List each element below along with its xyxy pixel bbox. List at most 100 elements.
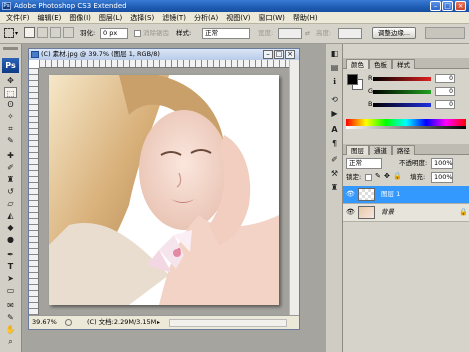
feather-input[interactable]: 0 px <box>100 28 128 39</box>
history-panel-icon[interactable]: ⟲ <box>329 94 340 105</box>
notes-tool-icon[interactable]: ✉ <box>4 300 17 311</box>
lock-pixels-icon[interactable]: ✎ <box>375 172 381 180</box>
crop-tool-icon[interactable]: ⌗ <box>4 123 17 134</box>
dodge-tool-icon[interactable]: ● <box>4 234 17 245</box>
width-input[interactable] <box>278 28 302 39</box>
zoom-level[interactable]: 39.67% <box>32 316 57 329</box>
subtract-selection-icon[interactable] <box>50 27 61 38</box>
intersect-selection-icon[interactable] <box>63 27 74 38</box>
swap-dimensions-icon[interactable]: ⇄ <box>305 30 310 37</box>
photoshop-logo[interactable]: Ps <box>2 58 19 73</box>
doc-minimize-button[interactable]: – <box>263 50 273 59</box>
green-slider[interactable] <box>373 90 431 94</box>
workspace-dock[interactable] <box>425 27 465 39</box>
visibility-eye-icon[interactable]: 👁 <box>346 190 355 198</box>
refine-edge-button[interactable]: 调整边缘... <box>372 27 416 39</box>
tab-color[interactable]: 颜色 <box>346 59 369 69</box>
blur-tool-icon[interactable]: ◆ <box>4 222 17 233</box>
document-title-bar[interactable]: (C) 素材.jpg @ 39.7% (图层 1, RGB/8) – □ × <box>29 49 299 60</box>
paragraph-panel-icon[interactable]: ¶ <box>329 138 340 149</box>
doc-maximize-button[interactable]: □ <box>274 50 284 59</box>
pen-tool-icon[interactable]: ✒ <box>4 249 17 260</box>
red-slider[interactable] <box>373 77 431 81</box>
foreground-color-swatch[interactable] <box>347 74 358 85</box>
toolbox-grip[interactable] <box>3 47 18 50</box>
horizontal-ruler[interactable] <box>39 60 289 68</box>
clone-stamp-icon[interactable]: ♜ <box>4 174 17 185</box>
red-value[interactable]: 0 <box>435 74 455 83</box>
vertical-ruler[interactable] <box>29 68 39 315</box>
status-icon[interactable] <box>65 319 72 326</box>
layer-row-background[interactable]: 👁 背景 🔒 <box>343 204 469 222</box>
color-spectrum-bar[interactable] <box>346 119 466 126</box>
navigator-panel-icon[interactable]: ◧ <box>329 48 340 59</box>
style-select[interactable]: 正常 <box>202 28 250 39</box>
lock-position-icon[interactable]: ✥ <box>384 172 390 180</box>
layer-name[interactable]: 图层 1 <box>381 186 400 203</box>
menu-window[interactable]: 窗口(W) <box>254 12 288 24</box>
menu-file[interactable]: 文件(F) <box>2 12 34 24</box>
lasso-tool-icon[interactable]: ʘ <box>4 99 17 110</box>
tab-layers[interactable]: 图层 <box>346 145 369 155</box>
tab-paths[interactable]: 路径 <box>392 145 415 155</box>
layer-name[interactable]: 背景 <box>381 204 394 221</box>
blue-slider[interactable] <box>373 103 431 107</box>
status-menu-arrow-icon[interactable]: ▸ <box>157 316 160 329</box>
add-selection-icon[interactable] <box>37 27 48 38</box>
tool-presets-panel-icon[interactable]: ⚒ <box>329 168 340 179</box>
layer-row-1[interactable]: 👁 图层 1 <box>343 186 469 204</box>
tab-swatches[interactable]: 色板 <box>369 59 392 69</box>
blend-mode-select[interactable]: 正常 <box>346 158 382 169</box>
antialias-checkbox[interactable] <box>134 30 141 37</box>
close-button[interactable]: × <box>455 1 466 11</box>
height-input[interactable] <box>338 28 362 39</box>
vertical-scrollbar[interactable] <box>289 60 299 315</box>
lock-transparency-icon[interactable] <box>365 174 372 181</box>
chevron-down-icon[interactable]: ▾ <box>15 30 18 37</box>
history-brush-icon[interactable]: ↺ <box>4 186 17 197</box>
fill-input[interactable]: 100% <box>431 172 453 183</box>
tab-styles[interactable]: 样式 <box>392 59 415 69</box>
eraser-tool-icon[interactable]: ▱ <box>4 198 17 209</box>
menu-edit[interactable]: 编辑(E) <box>34 12 66 24</box>
marquee-preset-icon[interactable] <box>4 28 14 38</box>
menu-analysis[interactable]: 分析(A) <box>190 12 222 24</box>
blue-value[interactable]: 0 <box>435 100 455 109</box>
slice-tool-icon[interactable]: ✎ <box>4 135 17 146</box>
type-tool-icon[interactable]: T <box>4 261 17 272</box>
green-value[interactable]: 0 <box>435 87 455 96</box>
menu-layer[interactable]: 图层(L) <box>95 12 126 24</box>
paint-bucket-icon[interactable]: ◭ <box>4 210 17 221</box>
grayscale-bar[interactable] <box>346 126 466 129</box>
visibility-eye-icon[interactable]: 👁 <box>346 208 355 216</box>
tab-channels[interactable]: 通道 <box>369 145 392 155</box>
actions-panel-icon[interactable]: ▶ <box>329 108 340 119</box>
opacity-input[interactable]: 100% <box>431 158 453 169</box>
brush-tool-icon[interactable]: ✐ <box>4 162 17 173</box>
menu-view[interactable]: 视图(V) <box>222 12 254 24</box>
canvas-area[interactable] <box>39 68 289 315</box>
canvas-image[interactable] <box>49 75 279 305</box>
shape-tool-icon[interactable]: ▭ <box>4 285 17 296</box>
menu-image[interactable]: 图像(I) <box>65 12 95 24</box>
menu-filter[interactable]: 滤镜(T) <box>158 12 190 24</box>
character-panel-icon[interactable]: A <box>329 124 340 135</box>
brushes-panel-icon[interactable]: ✐ <box>329 154 340 165</box>
marquee-tool-icon[interactable]: ⬚ <box>4 87 17 98</box>
menu-help[interactable]: 帮助(H) <box>289 12 322 24</box>
menu-select[interactable]: 选择(S) <box>126 12 158 24</box>
hand-tool-icon[interactable]: ✋ <box>4 324 17 335</box>
healing-brush-icon[interactable]: ✚ <box>4 150 17 161</box>
histogram-panel-icon[interactable]: ▤ <box>329 62 340 73</box>
magic-wand-icon[interactable]: ✧ <box>4 111 17 122</box>
clone-source-panel-icon[interactable]: ♜ <box>329 182 340 193</box>
new-selection-icon[interactable] <box>24 27 35 38</box>
lock-all-icon[interactable]: 🔒 <box>393 172 402 180</box>
path-selection-icon[interactable]: ➤ <box>4 273 17 284</box>
maximize-button[interactable]: □ <box>442 1 453 11</box>
doc-close-button[interactable]: × <box>285 50 295 59</box>
info-panel-icon[interactable]: ℹ <box>329 76 340 87</box>
horizontal-scrollbar[interactable] <box>169 319 287 327</box>
minimize-button[interactable]: – <box>430 1 441 11</box>
move-tool-icon[interactable]: ✥ <box>4 75 17 86</box>
